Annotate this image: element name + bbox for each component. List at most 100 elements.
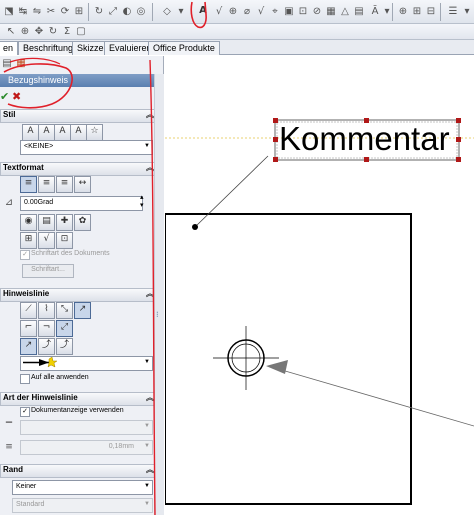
line-thickness-combo[interactable]: 0,18mm ▼ xyxy=(20,440,153,455)
select-icon[interactable]: ↖ xyxy=(4,25,18,39)
tab-office-produkte[interactable]: Office Produkte xyxy=(148,41,220,55)
revision-icon[interactable]: ▤ xyxy=(352,5,366,19)
leader-nearest-button[interactable]: ⤢ xyxy=(56,320,73,337)
font-doc-checkbox[interactable]: ✓ xyxy=(20,250,30,260)
area-hatch-icon[interactable]: ▦ xyxy=(324,5,338,19)
arrow-style-combo[interactable]: ▼ xyxy=(20,356,153,371)
zoom-icon[interactable]: ⊕ xyxy=(18,25,32,39)
view-icon[interactable]: ▢ xyxy=(74,25,88,39)
leader-straight-button[interactable]: ↗ xyxy=(74,302,91,319)
collapse-icon[interactable]: ︽ xyxy=(146,465,154,475)
link-to-property-button[interactable]: ▤ xyxy=(38,214,55,231)
rotate-icon[interactable]: ↻ xyxy=(92,5,106,19)
datum-icon[interactable]: √ xyxy=(254,5,268,19)
leader-left-button[interactable]: ⌐ xyxy=(20,320,37,337)
section-art-der-hinweislinie[interactable]: Art der Hinweislinie ︽ xyxy=(0,392,158,406)
mirror-icon[interactable]: ⇋ xyxy=(30,5,44,19)
add-symbol-button[interactable]: ✚ xyxy=(56,214,73,231)
leader-multijog-button[interactable]: ⤴ xyxy=(38,338,55,355)
pm-scrollbar[interactable]: ⁝ xyxy=(154,74,164,515)
insert-gtol-button[interactable]: ⊞ xyxy=(20,232,37,249)
smart-dimension-icon[interactable]: ↹ xyxy=(16,5,30,19)
smart-icon[interactable]: ◎ xyxy=(134,5,148,19)
convert-icon[interactable]: ⟳ xyxy=(58,5,72,19)
cancel-icon[interactable]: ✖ xyxy=(12,90,21,103)
property-manager-tab-icon[interactable]: ▦ xyxy=(14,57,28,71)
options-icon[interactable]: ☰ xyxy=(446,5,460,19)
section-hinweislinie[interactable]: Hinweislinie ︽ xyxy=(0,288,158,302)
datum-target-icon[interactable]: ▣ xyxy=(282,5,296,19)
display-icon[interactable]: ◐ xyxy=(120,5,134,19)
line-style-combo[interactable]: ▼ xyxy=(20,420,153,435)
leader-auto-button[interactable]: ⌇ xyxy=(38,302,55,319)
chevron-down-icon: ▼ xyxy=(144,143,150,149)
collapse-icon[interactable]: ︽ xyxy=(146,110,154,120)
second-leader-line[interactable] xyxy=(267,365,474,427)
note-text[interactable]: Kommentar xyxy=(279,120,450,157)
feature-tree-icon[interactable]: ▤ xyxy=(0,57,14,71)
align-left-button[interactable]: ≡ xyxy=(20,176,37,193)
collapse-icon[interactable]: ︽ xyxy=(146,163,154,173)
surface-finish-icon[interactable]: √ xyxy=(212,5,226,19)
section-textformat[interactable]: Textformat ︽ xyxy=(0,162,158,176)
sketch-icon[interactable]: ⬔ xyxy=(2,5,16,19)
drawing-canvas[interactable]: Kommentar xyxy=(165,56,474,515)
insert-datum-button[interactable]: ⊡ xyxy=(56,232,73,249)
leader-attach-button[interactable]: ↗ xyxy=(20,338,37,355)
leader-none-button[interactable]: ⟋ xyxy=(20,302,37,319)
view-toolbar: ↖ ⊕ ✥ ↻ Σ ▢ xyxy=(0,24,474,40)
block-icon[interactable]: △ xyxy=(338,5,352,19)
offset-icon[interactable]: ⊞ xyxy=(72,5,86,19)
splitter-handle-icon[interactable]: ⁝ xyxy=(156,310,159,319)
scale-icon[interactable]: ⤢ xyxy=(106,5,120,19)
tab-features[interactable]: en xyxy=(0,41,19,55)
doc-display-checkbox[interactable]: ✓ xyxy=(20,407,30,417)
style-save-button[interactable]: A xyxy=(70,124,87,141)
style-load-button[interactable]: ☆ xyxy=(86,124,103,141)
note-icon[interactable]: A xyxy=(196,4,210,18)
border-style-combo[interactable]: Keiner ▼ xyxy=(12,480,153,495)
centerline-icon[interactable]: ⊘ xyxy=(310,5,324,19)
section-stil[interactable]: Stil ︽ xyxy=(0,109,158,123)
pan-icon[interactable]: ✥ xyxy=(32,25,46,39)
rotate-view-icon[interactable]: ↻ xyxy=(46,25,60,39)
align-center-button[interactable]: ≡ xyxy=(38,176,55,193)
trim-icon[interactable]: ✂ xyxy=(44,5,58,19)
apply-all-checkbox[interactable] xyxy=(20,374,30,384)
center-mark-icon[interactable]: ⊡ xyxy=(296,5,310,19)
leader-bent-button[interactable]: ⤡ xyxy=(56,302,73,319)
angle-spinner[interactable]: ▴ ▾ xyxy=(140,194,144,210)
snap-icon[interactable]: ⊟ xyxy=(424,5,438,19)
insert-surface-finish-button[interactable]: √ xyxy=(38,232,55,249)
style-add-button[interactable]: A xyxy=(38,124,55,141)
collapse-icon[interactable]: ︽ xyxy=(146,289,154,299)
justify-button[interactable]: ↔ xyxy=(74,176,91,193)
overflow-icon[interactable]: ▾ xyxy=(460,5,474,19)
hole-callout-icon[interactable]: ⌀ xyxy=(240,5,254,19)
border-size-combo[interactable]: Standard ▼ xyxy=(12,498,153,513)
center-mark[interactable] xyxy=(213,326,279,390)
balloon-icon[interactable]: ◇ xyxy=(160,5,174,19)
leader-right-button[interactable]: ¬ xyxy=(38,320,55,337)
style-delete-button[interactable]: A xyxy=(54,124,71,141)
layer-icon[interactable]: ⊕ xyxy=(396,5,410,19)
geometric-tolerance-icon[interactable]: ⌖ xyxy=(268,5,282,19)
leader-line[interactable] xyxy=(194,155,269,228)
sum-icon[interactable]: Σ xyxy=(60,25,74,39)
style-combo[interactable]: <KEINE> ▼ xyxy=(20,140,153,155)
font-button[interactable]: Schriftart... xyxy=(22,264,74,278)
lock-symbol-button[interactable]: ✿ xyxy=(74,214,91,231)
tab-beschriftung[interactable]: Beschriftung xyxy=(18,41,79,55)
style-apply-button[interactable]: A xyxy=(22,124,39,141)
section-rand[interactable]: Rand ︽ xyxy=(0,464,158,478)
auto-balloon-icon[interactable]: ▾ xyxy=(174,5,188,19)
weld-symbol-icon[interactable]: ⊕ xyxy=(226,5,240,19)
collapse-icon[interactable]: ︽ xyxy=(146,393,154,403)
grid-icon[interactable]: ⊞ xyxy=(410,5,424,19)
insert-hyperlink-button[interactable]: ◉ xyxy=(20,214,37,231)
ok-icon[interactable]: ✔ xyxy=(0,90,9,103)
leader-underline-button[interactable]: ⤴ xyxy=(56,338,73,355)
align-right-button[interactable]: ≡ xyxy=(56,176,73,193)
angle-input[interactable]: 0.00Grad xyxy=(20,196,143,211)
part-outline[interactable] xyxy=(165,213,412,505)
